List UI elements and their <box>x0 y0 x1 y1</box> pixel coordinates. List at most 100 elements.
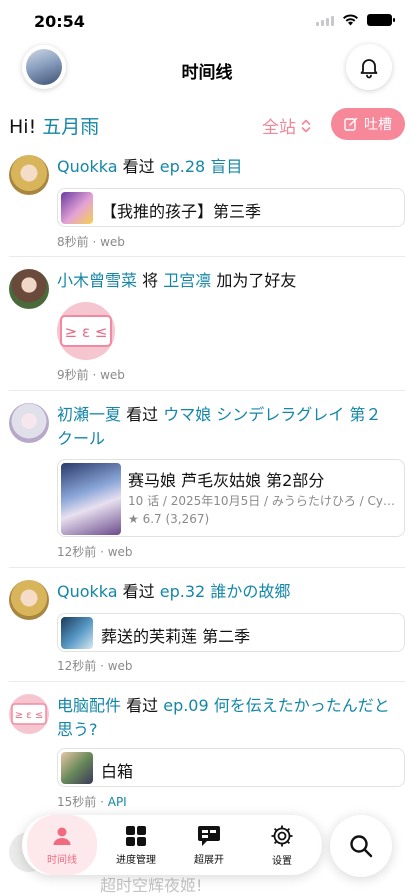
source: web <box>107 545 133 559</box>
source: web <box>107 659 133 673</box>
divider <box>9 390 405 391</box>
activity-line: 初瀬一夏 看过 ウマ娘 シンデレラグレイ 第２クール <box>57 403 397 451</box>
site-filter-label: 全站 <box>262 118 296 138</box>
subject-rating: ★ 6.7 (3,267) <box>128 512 210 526</box>
item-meta: 12秒前 · web <box>57 545 133 559</box>
item-meta: 12秒前 · web <box>57 659 133 673</box>
user-link[interactable]: 初瀬一夏 <box>57 405 121 424</box>
avatar[interactable] <box>9 580 49 620</box>
user-link[interactable]: Quokka <box>57 157 118 176</box>
subject-card[interactable]: 白箱 <box>57 748 405 787</box>
cellular-signal-icon <box>316 15 334 26</box>
subject-title: 【我推的孩子】第三季 <box>101 202 262 221</box>
subject-thumbnail <box>61 463 121 535</box>
action-text: 看过 <box>126 405 159 424</box>
greeting-prefix: Hi! <box>9 116 37 138</box>
subject-thumbnail <box>61 617 93 649</box>
avatar[interactable] <box>9 403 49 443</box>
action-text: 看过 <box>126 696 159 715</box>
subject-title: 赛马娘 芦毛灰姑娘 第2部分 <box>128 471 325 490</box>
tab-rakuen[interactable]: 超展开 <box>174 815 244 875</box>
tab-label: 时间线 <box>47 854 77 866</box>
bell-icon <box>360 59 378 79</box>
avatar[interactable]: ≥ ε ≤ <box>9 694 49 734</box>
item-meta: 15秒前 · API <box>57 795 127 809</box>
timestamp: 12秒前 <box>57 659 97 673</box>
episode-link[interactable]: ep.28 盲目 <box>160 157 243 176</box>
action-suffix: 加为了好友 <box>216 271 297 290</box>
activity-line: 小木曾雪菜 将 卫宫凛 加为了好友 <box>57 269 397 293</box>
friend-link[interactable]: 卫宫凛 <box>163 271 211 290</box>
status-icons <box>316 14 395 26</box>
gear-icon <box>271 825 293 846</box>
item-meta: 8秒前 · web <box>57 235 125 249</box>
divider <box>9 681 405 682</box>
friend-avatar[interactable]: ≥ ε ≤ <box>57 302 115 360</box>
feed-item: 初瀬一夏 看过 ウマ娘 シンデレラグレイ 第２クール 赛马娘 芦毛灰姑娘 第2部… <box>0 403 414 563</box>
tab-settings[interactable]: 设置 <box>247 815 317 875</box>
activity-line: Quokka 看过 ep.32 誰かの故郷 <box>57 580 397 604</box>
svg-text:≥ ε ≤: ≥ ε ≤ <box>15 710 44 721</box>
avatar[interactable] <box>9 155 49 195</box>
user-link[interactable]: 电脑配件 <box>57 696 121 715</box>
subject-title: 白箱 <box>101 762 134 781</box>
header: 时间线 <box>0 44 414 94</box>
compose-icon <box>344 117 358 131</box>
action-text: 看过 <box>122 157 155 176</box>
tab-bar: 时间线 进度管理 超展开 设置 <box>22 815 322 875</box>
greeting-username[interactable]: 五月雨 <box>42 116 99 138</box>
action-text: 将 <box>142 271 159 290</box>
search-button[interactable] <box>330 815 392 877</box>
person-icon <box>53 827 71 845</box>
timestamp: 12秒前 <box>57 545 97 559</box>
subject-card[interactable]: 【我推的孩子】第三季 <box>57 188 405 227</box>
rant-label: 吐槽 <box>364 117 392 133</box>
kaomoji-face-icon: ≥ ε ≤ <box>60 315 112 347</box>
chevron-up-down-icon <box>301 119 311 132</box>
divider <box>9 567 405 568</box>
tab-progress[interactable]: 进度管理 <box>101 815 171 875</box>
greeting-row: Hi! 五月雨 全站 吐槽 <box>0 108 414 140</box>
tab-label: 超展开 <box>194 854 224 866</box>
feed-item: ≥ ε ≤ 电脑配件 看过 ep.09 何を伝えたかったんだと思う? 白箱 15… <box>0 694 414 812</box>
feed-item: Quokka 看过 ep.32 誰かの故郷 葬送的芙莉莲 第二季 12秒前 · … <box>0 580 414 680</box>
avatar[interactable] <box>9 269 49 309</box>
tab-timeline[interactable]: 时间线 <box>27 815 97 875</box>
subject-info: 10 话 / 2025年10月5日 / みうらたけひろ / Cy… <box>128 494 396 508</box>
user-link[interactable]: 小木曾雪菜 <box>57 271 137 290</box>
source: web <box>100 235 125 249</box>
user-link[interactable]: Quokka <box>57 582 118 601</box>
subject-title: 超时空辉夜姬! <box>100 876 203 895</box>
kaomoji-face-icon: ≥ ε ≤ <box>11 703 47 725</box>
battery-icon <box>367 14 395 26</box>
source: API <box>107 795 127 809</box>
feed-item: Quokka 看过 ep.28 盲目 【我推的孩子】第三季 8秒前 · web <box>0 155 414 255</box>
item-meta: 9秒前 · web <box>57 368 125 382</box>
subject-thumbnail <box>61 752 93 784</box>
feed-item: 小木曾雪菜 将 卫宫凛 加为了好友 ≥ ε ≤ 9秒前 · web <box>0 269 414 384</box>
subject-card[interactable]: 赛马娘 芦毛灰姑娘 第2部分 10 话 / 2025年10月5日 / みうらたけ… <box>57 459 405 537</box>
tab-label: 设置 <box>272 855 292 867</box>
source: web <box>100 368 125 382</box>
activity-line: 电脑配件 看过 ep.09 何を伝えたかったんだと思う? <box>57 694 397 742</box>
wifi-icon <box>343 14 358 26</box>
action-text: 看过 <box>122 582 155 601</box>
divider <box>9 256 405 257</box>
timestamp: 8秒前 <box>57 235 89 249</box>
subject-thumbnail <box>61 192 93 224</box>
chat-bubble-icon <box>198 825 220 846</box>
episode-link[interactable]: ep.32 誰かの故郷 <box>160 582 291 601</box>
tab-label: 进度管理 <box>116 854 156 866</box>
subject-title: 葬送的芙莉莲 第二季 <box>101 627 251 646</box>
search-icon <box>350 835 373 858</box>
timestamp: 9秒前 <box>57 368 89 382</box>
rant-button[interactable]: 吐槽 <box>331 108 405 140</box>
notifications-button[interactable] <box>346 44 392 90</box>
activity-line: Quokka 看过 ep.28 盲目 <box>57 155 397 179</box>
site-filter-select[interactable]: 全站 <box>262 113 312 138</box>
timestamp: 15秒前 <box>57 795 97 809</box>
subject-card[interactable]: 葬送的芙莉莲 第二季 <box>57 613 405 652</box>
svg-text:≥ ε ≤: ≥ ε ≤ <box>65 323 108 341</box>
status-time: 20:54 <box>34 12 85 31</box>
greeting: Hi! 五月雨 <box>9 112 99 139</box>
